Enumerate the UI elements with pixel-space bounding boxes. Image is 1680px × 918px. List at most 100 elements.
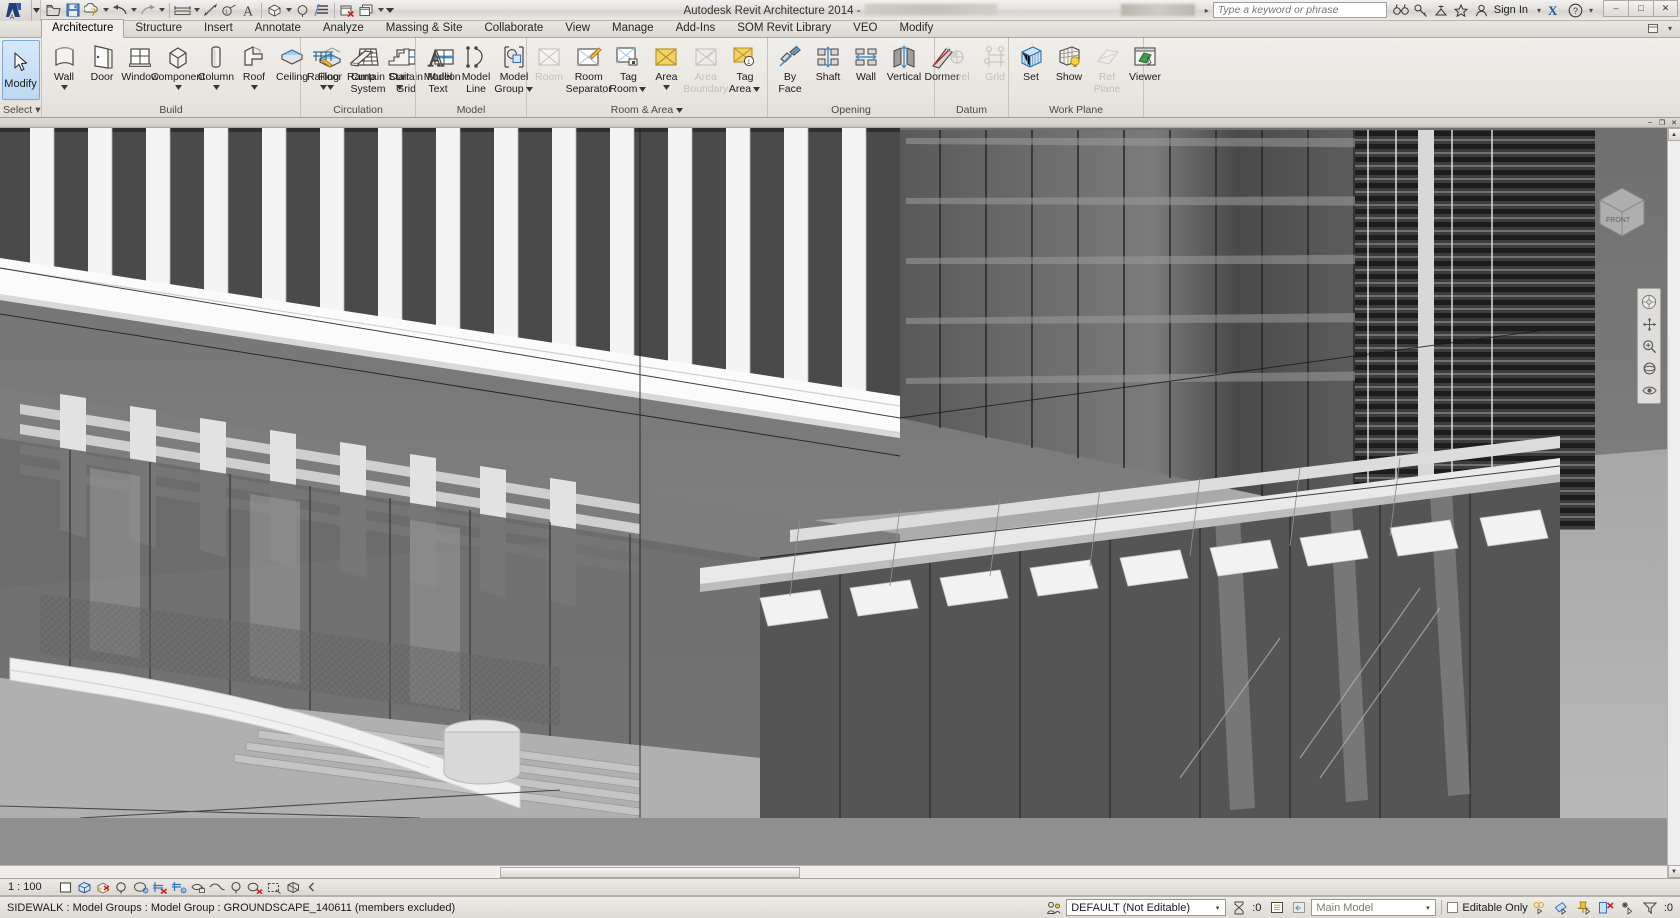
- worksets-icon[interactable]: [1044, 899, 1063, 917]
- sync-caret-icon[interactable]: [101, 1, 110, 20]
- ribbon-tab-insert[interactable]: Insert: [193, 19, 244, 37]
- links-selection-icon[interactable]: [1597, 899, 1616, 917]
- ribbon-button-room-separator[interactable]: Room Separator: [566, 40, 612, 102]
- ribbon-tab-som-revit-library[interactable]: SOM Revit Library: [726, 19, 842, 37]
- subscription-center-icon[interactable]: [1412, 1, 1431, 20]
- chevron-down-icon[interactable]: [250, 84, 259, 91]
- ribbon-button-roof[interactable]: Roof: [235, 40, 273, 102]
- ribbon-button-vertical[interactable]: Vertical: [885, 40, 923, 102]
- ribbon-tab-modify[interactable]: Modify: [888, 19, 944, 37]
- infocenter-expand-icon[interactable]: ▸: [1202, 6, 1212, 15]
- show-constraints-icon[interactable]: [265, 879, 284, 896]
- design-option-caret-icon[interactable]: ▾: [1422, 904, 1433, 912]
- ribbon-button-set[interactable]: Set: [1012, 40, 1050, 102]
- look-icon[interactable]: [1638, 379, 1660, 401]
- ribbon-button-model-line[interactable]: Model Line: [457, 40, 495, 102]
- horizontal-scroll-thumb[interactable]: [500, 867, 801, 878]
- window-maximize-button[interactable]: □: [1628, 0, 1653, 17]
- ribbon-button-door[interactable]: Door: [83, 40, 121, 102]
- ribbon-tab-veo[interactable]: VEO: [842, 19, 888, 37]
- tag-button[interactable]: 1: [220, 1, 239, 20]
- ribbon-button-component[interactable]: Component: [151, 40, 205, 102]
- aligned-dimension-button[interactable]: [201, 1, 220, 20]
- chevron-down-icon[interactable]: [395, 84, 404, 91]
- favorites-icon[interactable]: [1452, 1, 1471, 20]
- thin-lines-button[interactable]: [312, 1, 331, 20]
- lock-3d-view-icon[interactable]: [189, 879, 208, 896]
- switch-windows-caret-icon[interactable]: [376, 1, 385, 20]
- account-icon[interactable]: [1472, 1, 1491, 20]
- panel-title[interactable]: Room & Area: [527, 102, 767, 117]
- ribbon-tab-massing-site[interactable]: Massing & Site: [375, 19, 474, 37]
- chevron-down-icon[interactable]: [212, 84, 221, 91]
- temporary-hide-isolate-icon[interactable]: [208, 879, 227, 896]
- shadows-icon[interactable]: [113, 879, 132, 896]
- communication-center-icon[interactable]: [1432, 1, 1451, 20]
- ribbon-tab-analyze[interactable]: Analyze: [312, 19, 375, 37]
- open-button[interactable]: [44, 1, 63, 20]
- redo-caret-icon[interactable]: [157, 1, 166, 20]
- ribbon-options-caret-icon[interactable]: ▾: [1665, 24, 1675, 33]
- ribbon-button-viewer[interactable]: Viewer: [1126, 40, 1164, 102]
- chevron-down-icon[interactable]: [60, 84, 69, 91]
- pan-icon[interactable]: [1638, 313, 1660, 335]
- ribbon-minimize-button[interactable]: [1644, 23, 1665, 34]
- chevron-down-icon[interactable]: [319, 84, 328, 91]
- ribbon-button-by-face[interactable]: By Face: [771, 40, 809, 102]
- chevron-down-icon[interactable]: [662, 84, 671, 91]
- help-icon[interactable]: ?: [1566, 1, 1585, 20]
- zoom-icon[interactable]: [1638, 335, 1660, 357]
- window-close-button[interactable]: ✕: [1653, 0, 1678, 17]
- panel-expand-caret-icon[interactable]: [676, 104, 684, 116]
- design-option-dropdown[interactable]: Main Model ▾: [1311, 899, 1437, 916]
- expand-chevron-icon[interactable]: [303, 879, 322, 896]
- customize-qat-button[interactable]: [385, 1, 394, 20]
- save-button[interactable]: [63, 1, 82, 20]
- help-caret-icon[interactable]: ▾: [1586, 6, 1596, 15]
- select-all-instances-icon[interactable]: [1619, 899, 1638, 917]
- workset-dropdown[interactable]: DEFAULT (Not Editable) ▾: [1066, 899, 1227, 916]
- ribbon-tab-manage[interactable]: Manage: [601, 19, 665, 37]
- ribbon-button-wall[interactable]: Wall: [847, 40, 885, 102]
- ribbon-button-model-text[interactable]: A Model Text: [419, 40, 457, 102]
- reveal-hidden-elements-icon[interactable]: [227, 879, 246, 896]
- section-button[interactable]: [293, 1, 312, 20]
- application-menu-button[interactable]: A: [0, 0, 32, 21]
- undo-button[interactable]: [110, 1, 129, 20]
- ribbon-button-tag-room[interactable]: Tag Room: [609, 40, 647, 102]
- ribbon-tab-annotate[interactable]: Annotate: [244, 19, 312, 37]
- view-vertical-scrollbar[interactable]: ▲ ▼: [1667, 128, 1680, 878]
- measure-caret-icon[interactable]: [192, 1, 201, 20]
- active-design-option-icon[interactable]: [1289, 899, 1308, 917]
- scroll-up-arrow[interactable]: ▲: [1667, 128, 1680, 141]
- sun-path-icon[interactable]: [94, 879, 113, 896]
- ribbon-button-tag-area[interactable]: 1 Tag Area: [726, 40, 764, 102]
- sync-with-central-button[interactable]: [82, 1, 101, 20]
- chevron-down-icon[interactable]: [174, 84, 183, 91]
- infocenter-search-icon[interactable]: [1392, 1, 1411, 20]
- ribbon-tab-collaborate[interactable]: Collaborate: [473, 19, 554, 37]
- search-input-wrapper[interactable]: [1212, 2, 1387, 18]
- ribbon-button-wall[interactable]: Wall: [45, 40, 83, 102]
- ribbon-button-stair[interactable]: Stair: [380, 40, 418, 102]
- worksharing-display-icon[interactable]: [284, 879, 303, 896]
- modify-button[interactable]: Modify: [1, 40, 40, 100]
- scroll-down-arrow[interactable]: ▼: [1667, 865, 1680, 878]
- pinned-elements-icon[interactable]: [1575, 899, 1594, 917]
- drawing-area[interactable]: – ❐ ✕ FRONT ▲ ▼: [0, 118, 1680, 878]
- application-menu-caret[interactable]: [32, 0, 41, 21]
- view-minimize-button[interactable]: –: [1644, 118, 1656, 127]
- switch-windows-button[interactable]: [357, 1, 376, 20]
- 3d-model-render[interactable]: [0, 118, 1680, 818]
- view-cube[interactable]: FRONT: [1586, 176, 1658, 248]
- sign-in-caret-icon[interactable]: ▾: [1534, 6, 1544, 15]
- crop-view-icon[interactable]: [151, 879, 170, 896]
- ribbon-button-column[interactable]: Column: [197, 40, 235, 102]
- select-panel-caret-icon[interactable]: ▾: [35, 104, 40, 116]
- autodesk-exchange-button[interactable]: X: [1545, 1, 1565, 20]
- ribbon-tab-view[interactable]: View: [554, 19, 601, 37]
- chevron-down-icon[interactable]: [638, 86, 647, 93]
- ribbon-button-railing[interactable]: Railing: [304, 40, 342, 102]
- 3d-view-caret-icon[interactable]: [284, 1, 293, 20]
- rendering-dialog-icon[interactable]: 9: [132, 879, 151, 896]
